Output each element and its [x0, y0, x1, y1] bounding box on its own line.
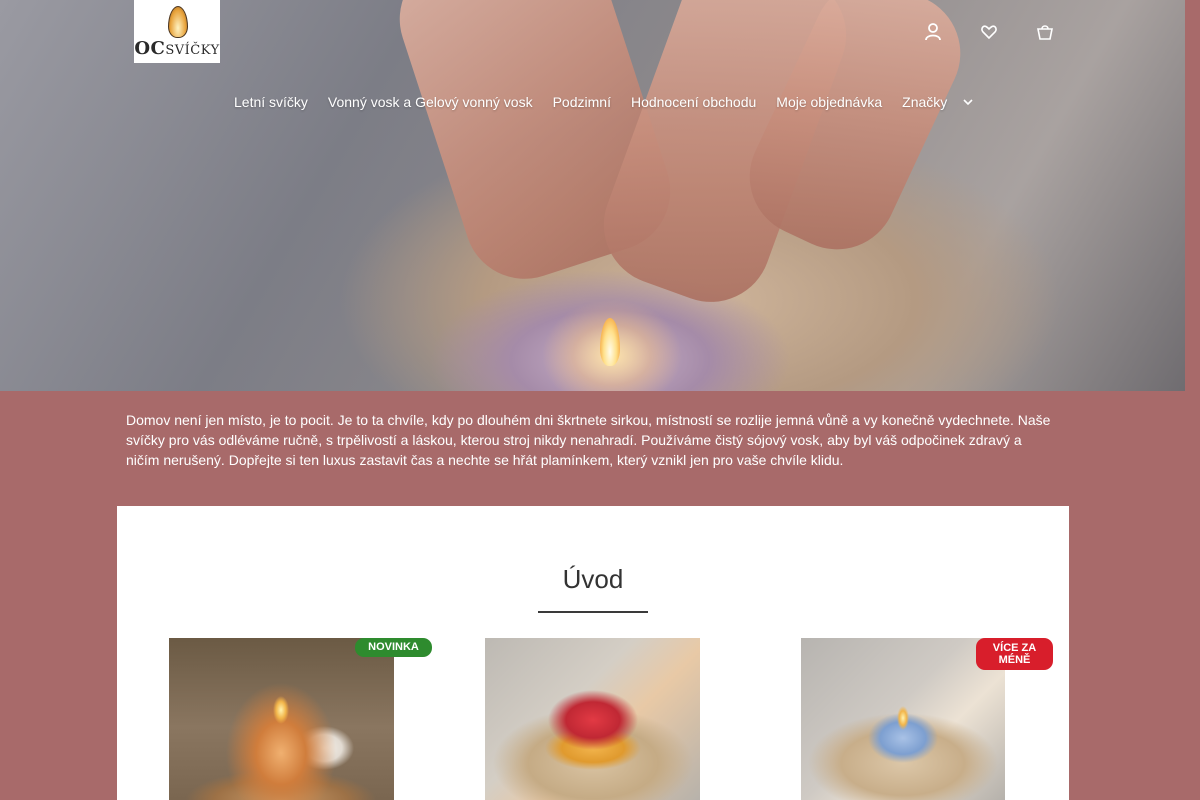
- product-image[interactable]: [169, 638, 394, 800]
- badge-sale: VÍCE ZA MÉNĚ: [976, 638, 1053, 670]
- section-divider: [538, 611, 648, 613]
- nav-item-hodnoceni-obchodu[interactable]: Hodnocení obchodu: [621, 94, 766, 110]
- logo-flame-icon: [168, 6, 188, 38]
- main-nav: Letní svíčky Vonný vosk a Gelový vonný v…: [224, 92, 973, 112]
- logo-word: SVÍČKY: [165, 43, 220, 58]
- logo-text: OCSVÍČKY: [134, 38, 219, 59]
- badge-new: NOVINKA: [355, 638, 432, 657]
- user-icon[interactable]: [921, 18, 945, 46]
- candle-flame: [600, 318, 620, 366]
- product-image[interactable]: [801, 638, 1005, 800]
- nav-item-letni-svicky[interactable]: Letní svíčky: [224, 94, 318, 110]
- logo-initials: OC: [134, 38, 166, 59]
- intro-text: Domov není jen místo, je to pocit. Je to…: [126, 412, 1051, 468]
- section-title: Úvod: [562, 564, 624, 594]
- chevron-down-icon-graphic: [963, 99, 973, 106]
- user-icon-graphic: [925, 23, 941, 41]
- site-logo[interactable]: OCSVÍČKY: [134, 0, 220, 63]
- heart-icon-graphic: [981, 25, 997, 40]
- nav-item-podzimni[interactable]: Podzimní: [543, 94, 621, 110]
- nav-item-znacky[interactable]: Značky: [892, 94, 957, 110]
- cart-icon-graphic: [1037, 25, 1053, 40]
- badge-sale-line2: MÉNĚ: [998, 654, 1031, 666]
- chevron-down-icon[interactable]: [963, 97, 973, 107]
- cart-icon[interactable]: [1033, 18, 1057, 46]
- nav-item-moje-objednavka[interactable]: Moje objednávka: [766, 94, 892, 110]
- badge-sale-line1: VÍCE ZA: [992, 642, 1037, 654]
- product-image[interactable]: [485, 638, 700, 800]
- content-card: Úvod NOVINKA VÍCE ZA MÉNĚ: [117, 506, 1069, 800]
- heart-icon[interactable]: [977, 18, 1001, 46]
- nav-item-vonny-vosk[interactable]: Vonný vosk a Gelový vonný vosk: [318, 94, 543, 110]
